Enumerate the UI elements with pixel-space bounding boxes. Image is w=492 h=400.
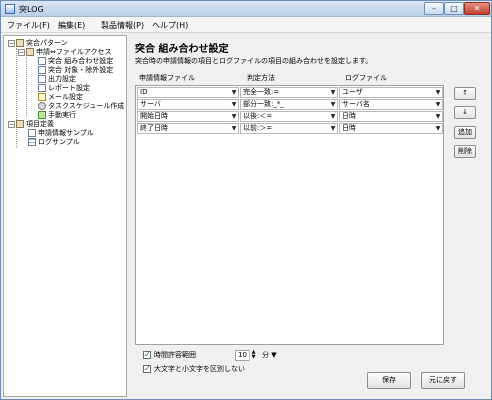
document-icon xyxy=(28,129,36,137)
dropdown-arrow-icon[interactable]: ▼ xyxy=(230,112,238,121)
document-icon xyxy=(38,66,46,74)
judgment-method-select[interactable]: 完全一致:= ▼ xyxy=(240,87,338,98)
folder-icon xyxy=(16,39,24,47)
spinner-arrows-icon[interactable]: ▲ ▼ xyxy=(249,350,257,361)
tree-connector xyxy=(16,48,17,148)
ignore-case-option[interactable]: 大文字と小文字を区別しない xyxy=(143,363,245,375)
settings-tree: − 突合パターン − 申請⇔ファイルアクセス 突合 組み合わせ設定 突合 対象・除外… xyxy=(3,35,127,397)
application-field-select[interactable]: 終了日時 ▼ xyxy=(137,123,239,134)
dropdown-arrow-icon[interactable]: ▼ xyxy=(329,88,337,97)
mail-icon xyxy=(38,93,46,101)
column-header-judgment-method: 判定方法 xyxy=(247,74,275,82)
add-row-button[interactable]: 追加 xyxy=(454,126,476,139)
time-tolerance-option[interactable]: 時間許容範囲 xyxy=(143,349,196,361)
menu-file[interactable]: ファイル(F) xyxy=(7,20,50,31)
window-title: 突LOG xyxy=(19,5,44,14)
collapse-toggle-icon[interactable]: − xyxy=(8,39,15,47)
folder-icon xyxy=(16,120,24,128)
column-header-application-file: 申請情報ファイル xyxy=(139,74,195,82)
tree-item-label: 突合 組み合わせ設定 xyxy=(48,57,114,65)
document-icon xyxy=(38,57,46,65)
revert-button[interactable]: 元に戻す xyxy=(421,372,465,389)
combination-table: ID ▼ 完全一致:= ▼ ユーザ ▼ サーバ ▼ 部分一致:_*_ ▼ サーバ名 ▼ 開始… xyxy=(135,85,444,345)
tree-item-label: タスクスケジュール作成 xyxy=(48,102,125,110)
judgment-method-select[interactable]: 以後:＜= ▼ xyxy=(240,111,338,122)
dropdown-arrow-icon[interactable]: ▼ xyxy=(230,100,238,109)
tree-item-label: ログサンプル xyxy=(38,138,80,146)
collapse-toggle-icon[interactable]: − xyxy=(8,120,15,128)
log-field-select[interactable]: サーバ名 ▼ xyxy=(339,99,443,110)
run-icon xyxy=(38,111,46,119)
maximize-button[interactable]: □ xyxy=(444,2,464,15)
tree-item-label: 申請⇔ファイルアクセス xyxy=(36,48,112,56)
tree-item-label: 突合 対象・除外設定 xyxy=(48,66,114,74)
tree-item-label: 突合パターン xyxy=(26,39,68,47)
judgment-method-select[interactable]: 以前:＞= ▼ xyxy=(240,123,338,134)
dropdown-arrow-icon[interactable]: ▼ xyxy=(434,100,442,109)
save-button[interactable]: 保存 xyxy=(367,372,411,389)
tree-item-label: 出力設定 xyxy=(48,75,76,83)
judgment-method-select[interactable]: 部分一致:_*_ ▼ xyxy=(240,99,338,110)
dropdown-arrow-icon[interactable]: ▼ xyxy=(329,124,337,133)
column-header-log-file: ログファイル xyxy=(345,74,387,82)
dropdown-arrow-icon[interactable]: ▼ xyxy=(329,100,337,109)
application-field-select[interactable]: サーバ ▼ xyxy=(137,99,239,110)
ignore-case-checkbox[interactable] xyxy=(143,363,151,374)
delete-row-button[interactable]: 削除 xyxy=(454,145,476,158)
tree-item-label: メール設定 xyxy=(48,93,83,101)
menu-product-info[interactable]: 製品情報(P) xyxy=(101,20,144,31)
app-window: 突LOG – □ ✕ ファイル(F) 編集(E) 製品情報(P) ヘルプ(H) … xyxy=(0,0,492,400)
log-field-select[interactable]: ユーザ ▼ xyxy=(339,87,443,98)
collapse-toggle-icon[interactable]: − xyxy=(18,48,25,56)
tree-connector xyxy=(26,57,27,117)
gear-icon xyxy=(38,102,46,110)
move-down-button[interactable]: ↓ xyxy=(454,106,476,119)
log-field-select[interactable]: 日時 ▼ xyxy=(339,111,443,122)
dropdown-arrow-icon[interactable]: ▼ xyxy=(434,88,442,97)
dropdown-arrow-icon[interactable]: ▼ xyxy=(329,112,337,121)
application-field-select[interactable]: ID ▼ xyxy=(137,87,239,98)
tree-item-label: レポート設定 xyxy=(48,84,90,92)
grid-icon xyxy=(28,138,36,146)
dropdown-arrow-icon[interactable]: ▼ xyxy=(230,88,238,97)
tree-item-log-sample[interactable]: ログサンプル xyxy=(28,137,80,147)
dropdown-arrow-icon[interactable]: ▼ xyxy=(434,112,442,121)
menu-bar: ファイル(F) 編集(E) 製品情報(P) ヘルプ(H) xyxy=(1,17,491,33)
document-icon xyxy=(38,84,46,92)
tree-item-label: 手動実行 xyxy=(48,111,76,119)
page-description: 突合時の申請情報の項目とログファイルの項目の組み合わせを設定します。 xyxy=(135,57,373,65)
tree-item-label: 項目定義 xyxy=(26,120,54,128)
app-icon xyxy=(5,4,15,14)
tree-item-label: 申請情報サンプル xyxy=(38,129,94,137)
log-field-select[interactable]: 日時 ▼ xyxy=(339,123,443,134)
folder-icon xyxy=(26,48,34,56)
close-button[interactable]: ✕ xyxy=(464,2,490,15)
main-panel: 突合 組み合わせ設定 突合時の申請情報の項目とログファイルの項目の組み合わせを設… xyxy=(129,35,489,397)
time-tolerance-label: 時間許容範囲 xyxy=(154,351,196,359)
time-tolerance-checkbox[interactable] xyxy=(143,349,151,360)
dropdown-arrow-icon[interactable]: ▼ xyxy=(271,351,276,359)
dropdown-arrow-icon[interactable]: ▼ xyxy=(230,124,238,133)
title-bar: 突LOG – □ ✕ xyxy=(1,1,491,17)
time-unit-select[interactable]: 分 ▼ xyxy=(262,350,290,361)
menu-help[interactable]: ヘルプ(H) xyxy=(152,20,188,31)
application-field-select[interactable]: 開始日時 ▼ xyxy=(137,111,239,122)
dropdown-arrow-icon[interactable]: ▼ xyxy=(434,124,442,133)
document-icon xyxy=(38,75,46,83)
page-title: 突合 組み合わせ設定 xyxy=(135,44,229,55)
ignore-case-label: 大文字と小文字を区別しない xyxy=(154,365,245,373)
menu-edit[interactable]: 編集(E) xyxy=(58,20,85,31)
move-up-button[interactable]: ↑ xyxy=(454,87,476,100)
minimize-button[interactable]: – xyxy=(424,2,444,15)
